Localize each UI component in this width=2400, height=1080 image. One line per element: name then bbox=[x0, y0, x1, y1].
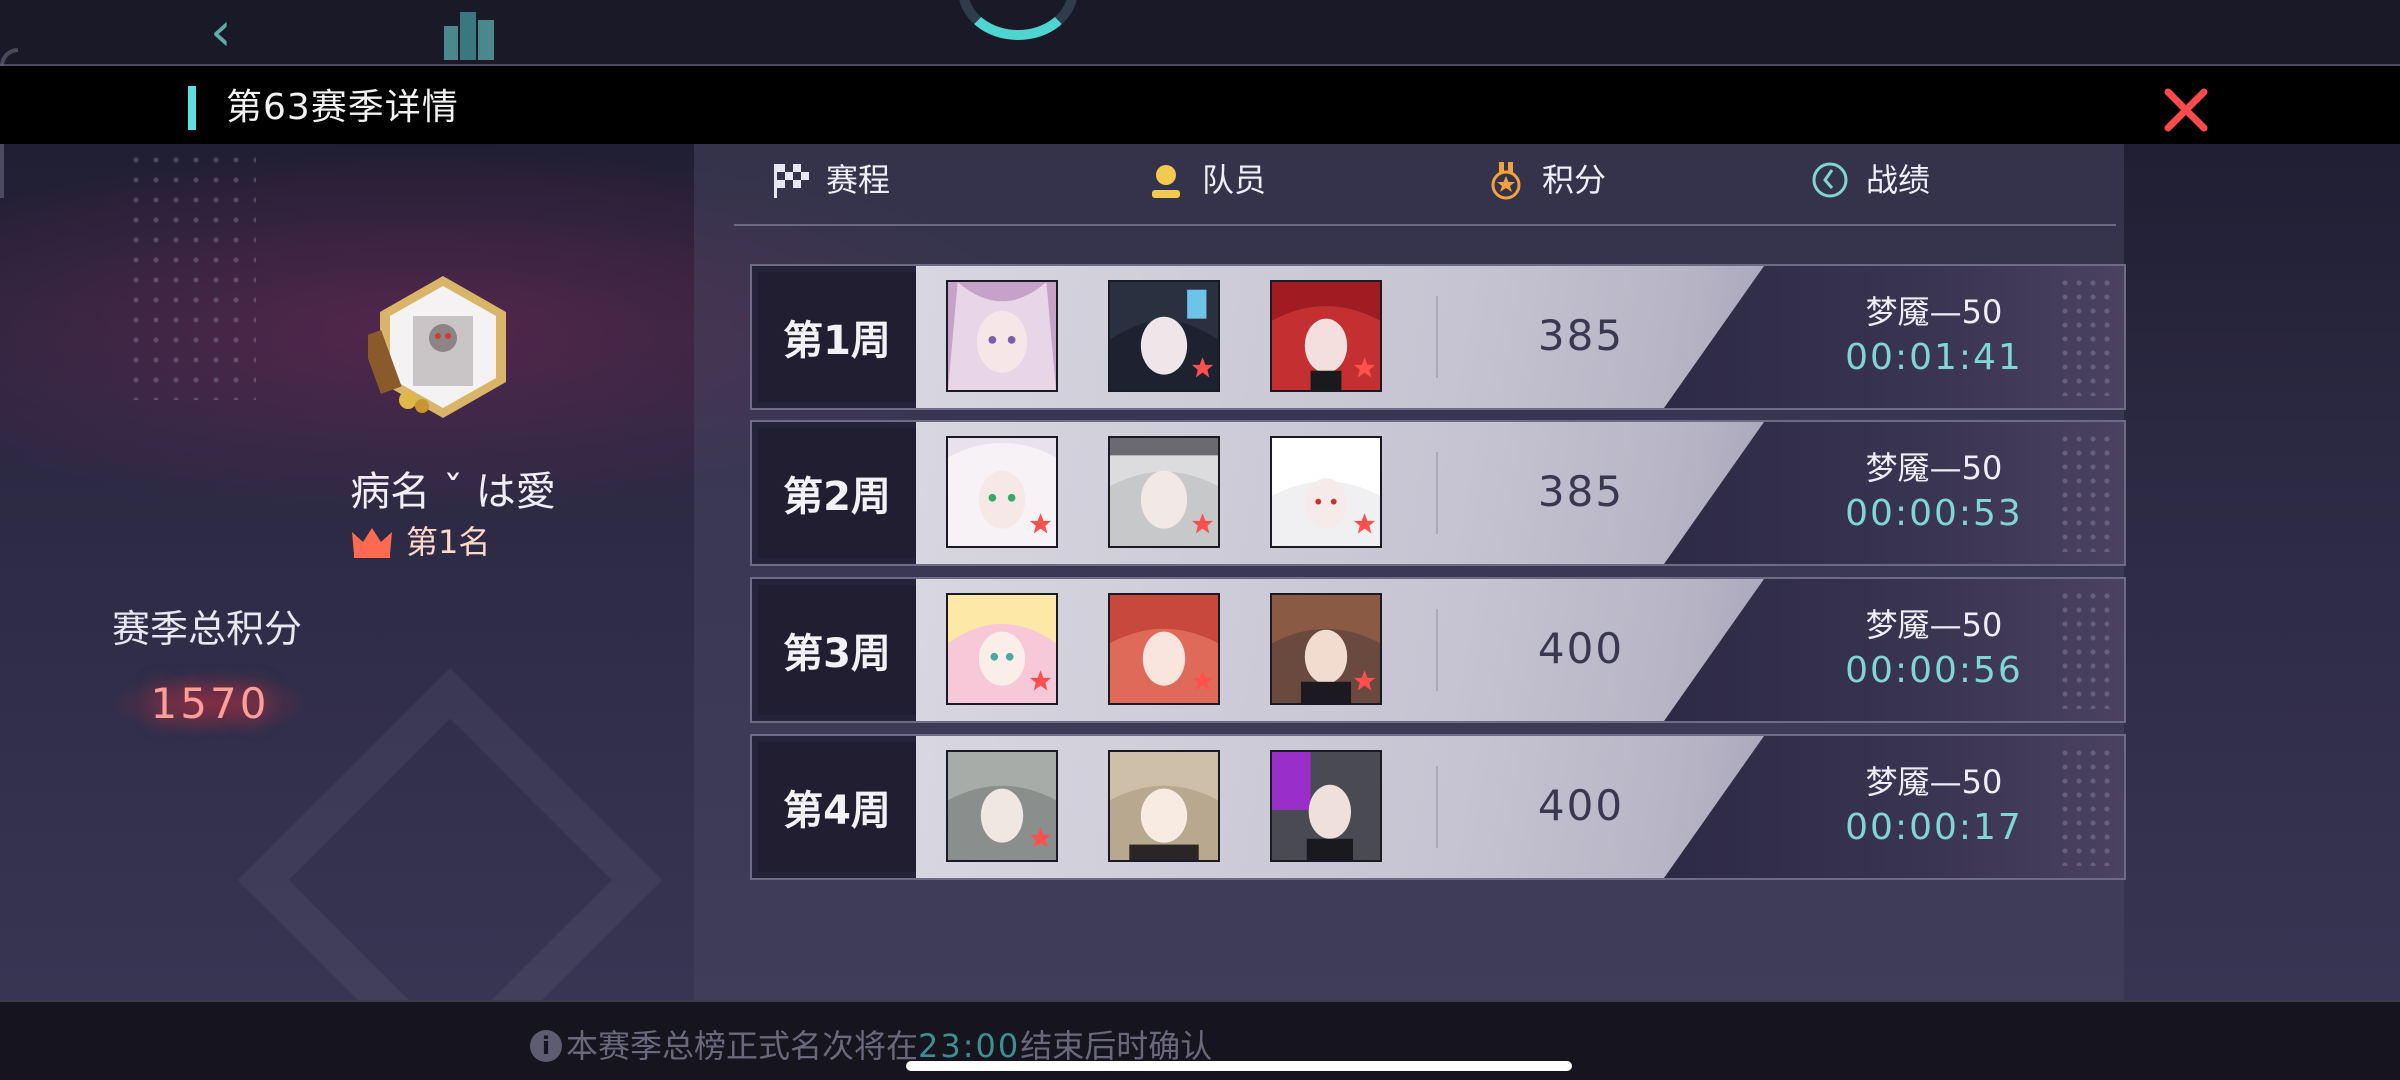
tab-schedule[interactable]: 赛程 bbox=[770, 152, 890, 208]
week-label: 第2周 bbox=[783, 474, 891, 520]
checkered-flag-icon bbox=[774, 164, 809, 198]
member-portrait[interactable] bbox=[946, 280, 1058, 392]
week-row-4[interactable]: 第4周 400 梦魇—50 00:00:17 bbox=[750, 734, 2126, 880]
player-avatar[interactable] bbox=[368, 272, 518, 422]
week-row-3[interactable]: 第3周 400 梦魇—50 00:00:56 bbox=[750, 577, 2126, 723]
tab-record[interactable]: 战绩 bbox=[1810, 152, 1930, 208]
week-row-2[interactable]: 第2周 385 梦魇—50 00:00:53 bbox=[750, 420, 2126, 566]
crown-icon bbox=[352, 528, 392, 558]
member-portrait[interactable] bbox=[1270, 750, 1382, 862]
medal-icon bbox=[1491, 162, 1521, 200]
member-portrait[interactable] bbox=[1108, 280, 1220, 392]
tab-members[interactable]: 队员 bbox=[1146, 152, 1266, 208]
week-mode: 梦魇—50 bbox=[1865, 763, 2003, 801]
record-clock-icon bbox=[1812, 162, 1848, 198]
page-title: 第63赛季详情 bbox=[226, 87, 459, 128]
player-name: 病名 ˇ は愛 bbox=[350, 469, 556, 515]
rank-label: 第1名 bbox=[406, 523, 491, 561]
week-time: 00:00:56 bbox=[1845, 650, 2023, 691]
week-score: 385 bbox=[1537, 467, 1625, 516]
member-portrait[interactable] bbox=[1270, 436, 1382, 548]
member-portrait[interactable] bbox=[1270, 593, 1382, 705]
week-time: 00:00:17 bbox=[1845, 807, 2023, 848]
week-mode: 梦魇—50 bbox=[1865, 293, 2003, 331]
week-label: 第4周 bbox=[783, 788, 891, 834]
member-portrait[interactable] bbox=[1270, 280, 1382, 392]
header-accent-bar bbox=[188, 86, 196, 130]
week-label-box: 第2周 bbox=[758, 428, 916, 558]
member-portrait[interactable] bbox=[1108, 593, 1220, 705]
close-icon[interactable] bbox=[2160, 84, 2212, 136]
week-mode: 梦魇—50 bbox=[1865, 449, 2003, 487]
tab-members-label: 队员 bbox=[1202, 161, 1267, 199]
background-top-bar bbox=[0, 0, 2400, 66]
week-label-box: 第3周 bbox=[758, 585, 916, 715]
member-portrait[interactable] bbox=[946, 436, 1058, 548]
home-indicator[interactable] bbox=[906, 1061, 1572, 1071]
notice-time: 23:00 bbox=[918, 1027, 1021, 1065]
week-label-box: 第1周 bbox=[758, 272, 916, 402]
tab-schedule-label: 赛程 bbox=[826, 161, 891, 199]
week-label: 第3周 bbox=[783, 631, 891, 677]
tabs-divider bbox=[734, 224, 2116, 226]
member-portrait[interactable] bbox=[946, 593, 1058, 705]
season-total-value: 1570 bbox=[150, 679, 270, 728]
week-time: 00:00:53 bbox=[1845, 493, 2023, 534]
info-icon: i bbox=[530, 1030, 562, 1062]
back-arrow-icon: ‹ bbox=[210, 0, 232, 63]
member-icon bbox=[1152, 165, 1180, 198]
week-label: 第1周 bbox=[783, 318, 891, 364]
member-portrait[interactable] bbox=[1108, 750, 1220, 862]
week-row-1[interactable]: 第1周 385 梦魇—50 00:01:41 bbox=[750, 264, 2126, 410]
week-body: 385 梦魇—50 00:00:53 bbox=[916, 422, 2124, 564]
notice-suffix: 结束后时确认 bbox=[1020, 1027, 1213, 1065]
week-score: 385 bbox=[1537, 311, 1625, 360]
notice-prefix: 本赛季总榜正式名次将在 bbox=[566, 1027, 919, 1065]
tab-points[interactable]: 积分 bbox=[1486, 152, 1606, 208]
season-total-label: 赛季总积分 bbox=[112, 607, 303, 651]
week-time: 00:01:41 bbox=[1845, 337, 2023, 378]
score-separator bbox=[1436, 296, 1438, 378]
week-body: 400 梦魇—50 00:00:56 bbox=[916, 579, 2124, 721]
dot-pattern-decoration bbox=[126, 150, 256, 400]
week-score: 400 bbox=[1537, 781, 1625, 830]
week-score: 400 bbox=[1537, 624, 1625, 673]
score-separator bbox=[1436, 766, 1438, 848]
building-icon bbox=[444, 12, 494, 60]
week-body: 400 梦魇—50 00:00:17 bbox=[916, 736, 2124, 878]
week-body: 385 梦魇—50 00:01:41 bbox=[916, 266, 2124, 408]
week-mode: 梦魇—50 bbox=[1865, 606, 2003, 644]
score-separator bbox=[1436, 609, 1438, 691]
tab-record-label: 战绩 bbox=[1866, 161, 1931, 199]
score-separator bbox=[1436, 452, 1438, 534]
member-portrait[interactable] bbox=[1108, 436, 1220, 548]
rank-badge: 第1名 bbox=[350, 520, 550, 564]
week-label-box: 第4周 bbox=[758, 742, 916, 872]
member-portrait[interactable] bbox=[946, 750, 1058, 862]
tab-points-label: 积分 bbox=[1542, 161, 1607, 199]
